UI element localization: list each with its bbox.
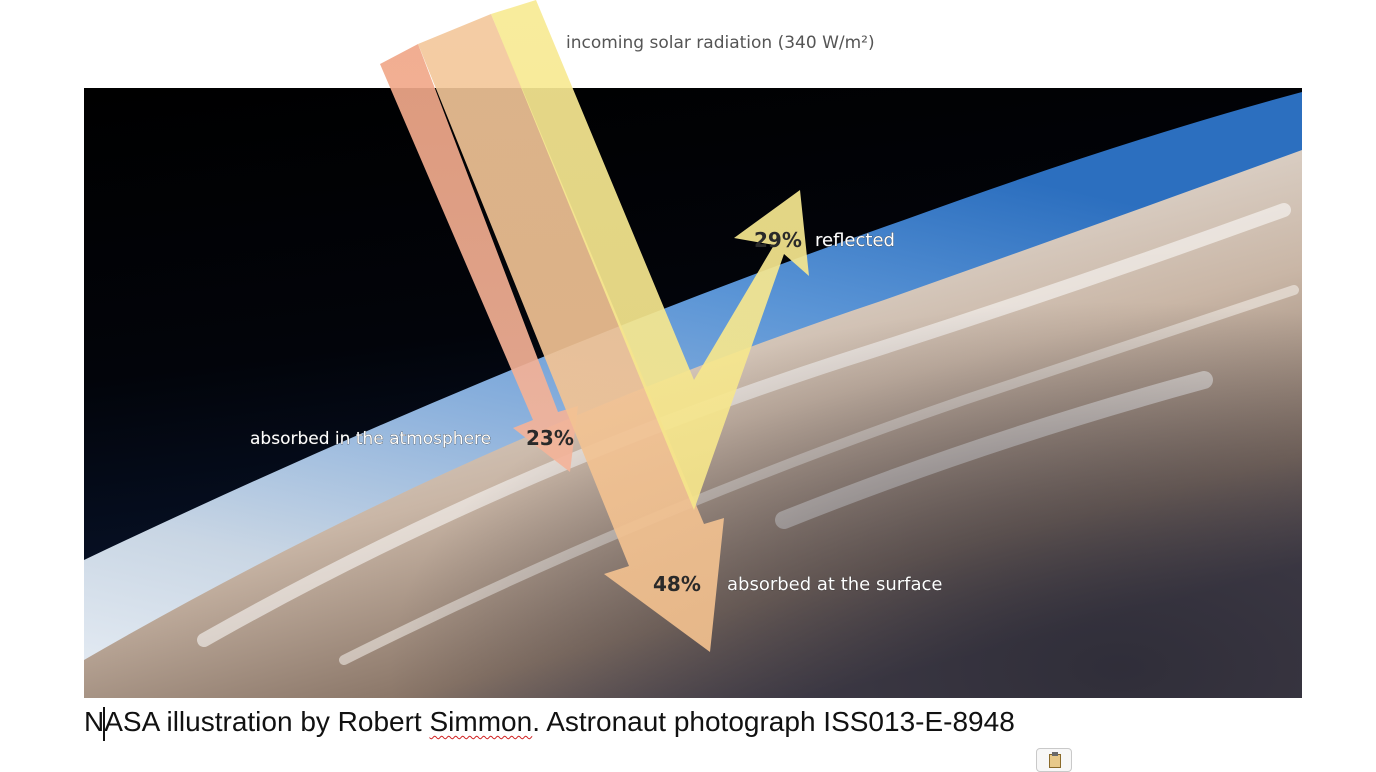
incoming-radiation-label: incoming solar radiation (340 W/m²) — [566, 33, 875, 53]
atmosphere-label: absorbed in the atmosphere — [250, 429, 491, 449]
image-caption[interactable]: NASA illustration by Robert Simmon. Astr… — [84, 706, 1015, 738]
reflected-percent: 29% — [754, 228, 802, 252]
paste-options-icon[interactable] — [1036, 748, 1072, 772]
clipboard-body — [1049, 754, 1061, 768]
text-cursor — [103, 707, 105, 741]
caption-text-end: . Astronaut photograph ISS013-E-8948 — [532, 706, 1015, 737]
earth-energy-diagram: incoming solar radiation (340 W/m²) 29% … — [84, 0, 1302, 698]
caption-text-start: NASA illustration by Robert — [84, 706, 430, 737]
reflected-label: reflected — [815, 230, 895, 251]
atmosphere-percent: 23% — [526, 426, 574, 450]
surface-percent: 48% — [653, 572, 701, 596]
caption-misspelled-word[interactable]: Simmon — [430, 706, 533, 737]
surface-label: absorbed at the surface — [727, 574, 943, 595]
clipboard-clip — [1052, 752, 1058, 756]
diagram-svg: incoming solar radiation (340 W/m²) 29% … — [84, 0, 1302, 698]
